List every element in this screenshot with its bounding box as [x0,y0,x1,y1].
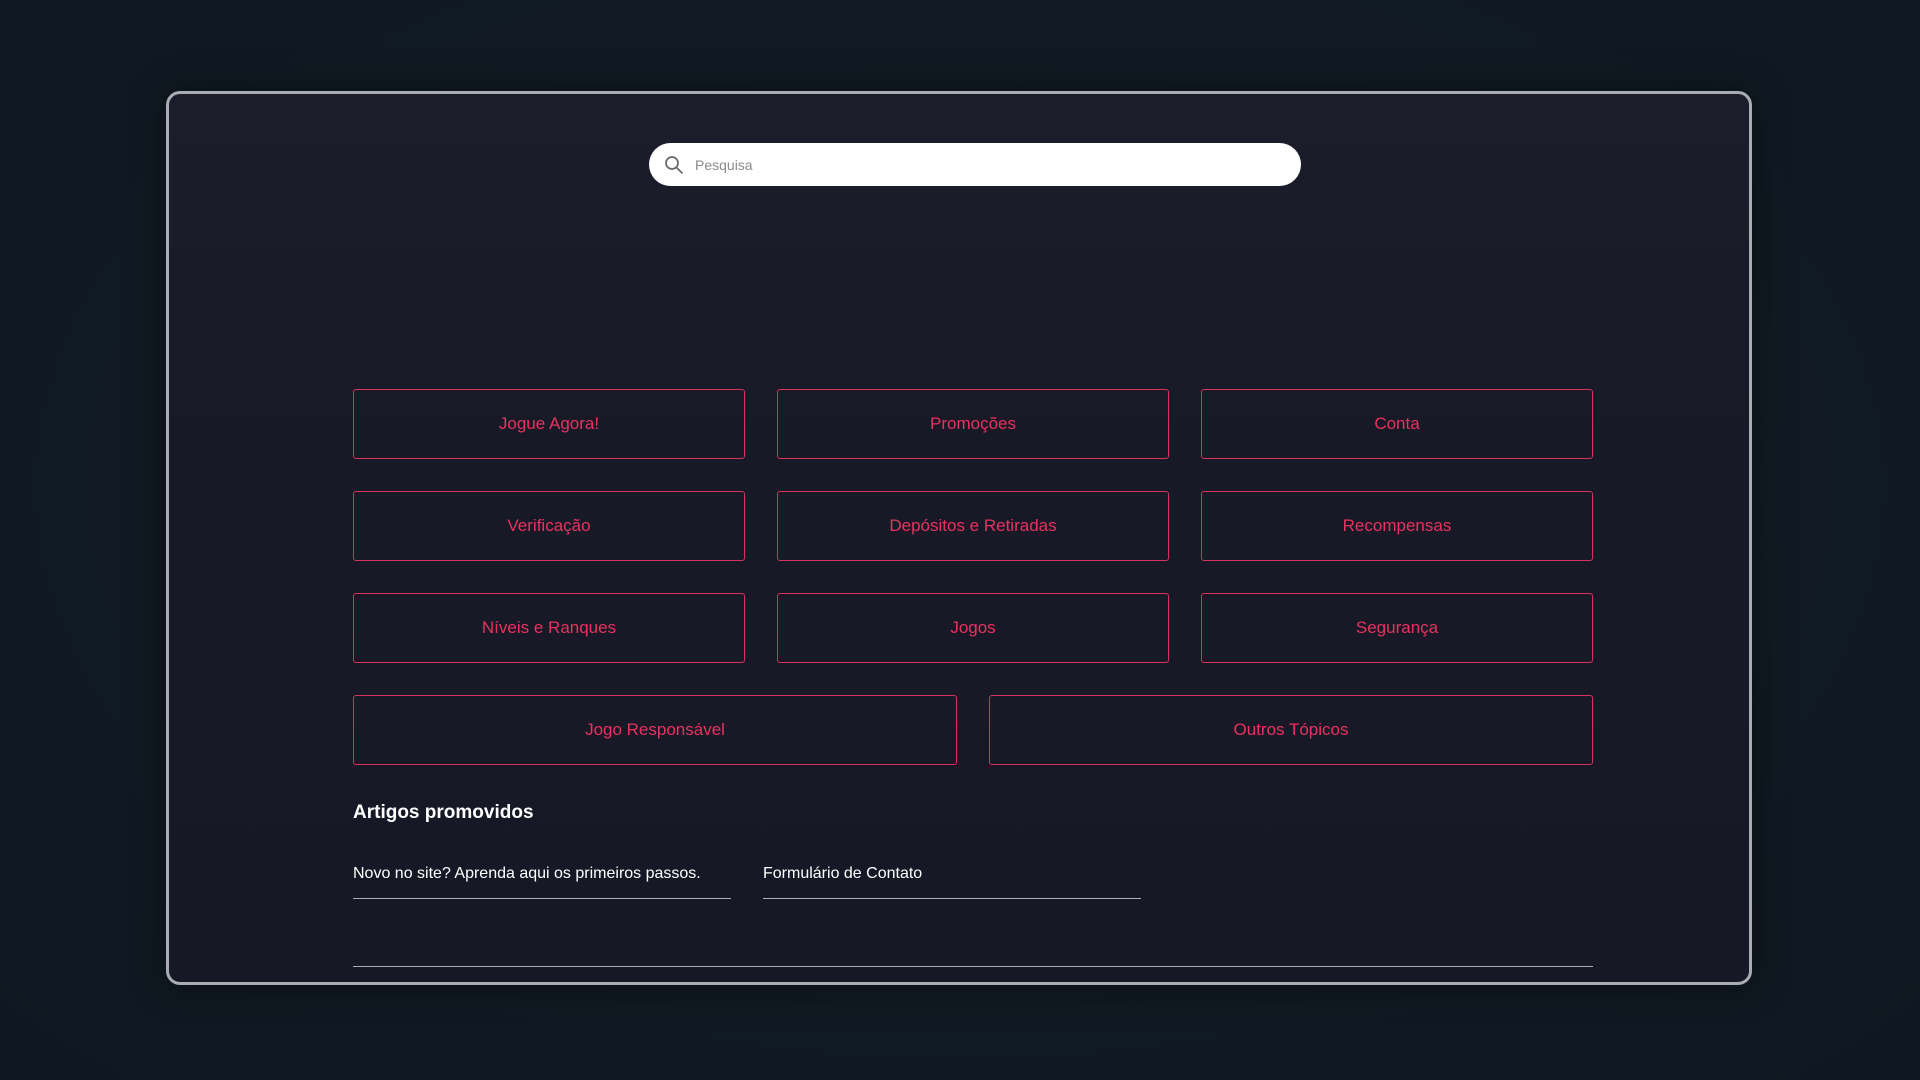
search-bar[interactable] [649,143,1301,186]
promoted-articles-list: Novo no site? Aprenda aqui os primeiros … [353,861,1141,899]
category-recompensas[interactable]: Recompensas [1201,491,1593,561]
help-center-panel: Jogue Agora! Promoções Conta Verificação… [166,91,1752,985]
search-icon [663,154,685,176]
category-row: Jogo Responsável Outros Tópicos [353,695,1593,765]
category-depositos-retiradas[interactable]: Depósitos e Retiradas [777,491,1169,561]
section-divider [353,966,1593,967]
category-niveis-ranques[interactable]: Níveis e Ranques [353,593,745,663]
category-row: Jogue Agora! Promoções Conta [353,389,1593,459]
search-input[interactable] [693,148,1277,181]
category-row: Níveis e Ranques Jogos Segurança [353,593,1593,663]
category-row: Verificação Depósitos e Retiradas Recomp… [353,491,1593,561]
category-jogos[interactable]: Jogos [777,593,1169,663]
category-outros-topicos[interactable]: Outros Tópicos [989,695,1593,765]
promoted-article-link[interactable]: Formulário de Contato [763,861,1141,899]
category-jogo-responsavel[interactable]: Jogo Responsável [353,695,957,765]
category-grid: Jogue Agora! Promoções Conta Verificação… [353,389,1593,797]
category-verificacao[interactable]: Verificação [353,491,745,561]
category-promocoes[interactable]: Promoções [777,389,1169,459]
category-jogue-agora[interactable]: Jogue Agora! [353,389,745,459]
category-conta[interactable]: Conta [1201,389,1593,459]
category-seguranca[interactable]: Segurança [1201,593,1593,663]
promoted-articles-title: Artigos promovidos [353,802,534,823]
promoted-article-link[interactable]: Novo no site? Aprenda aqui os primeiros … [353,861,731,899]
